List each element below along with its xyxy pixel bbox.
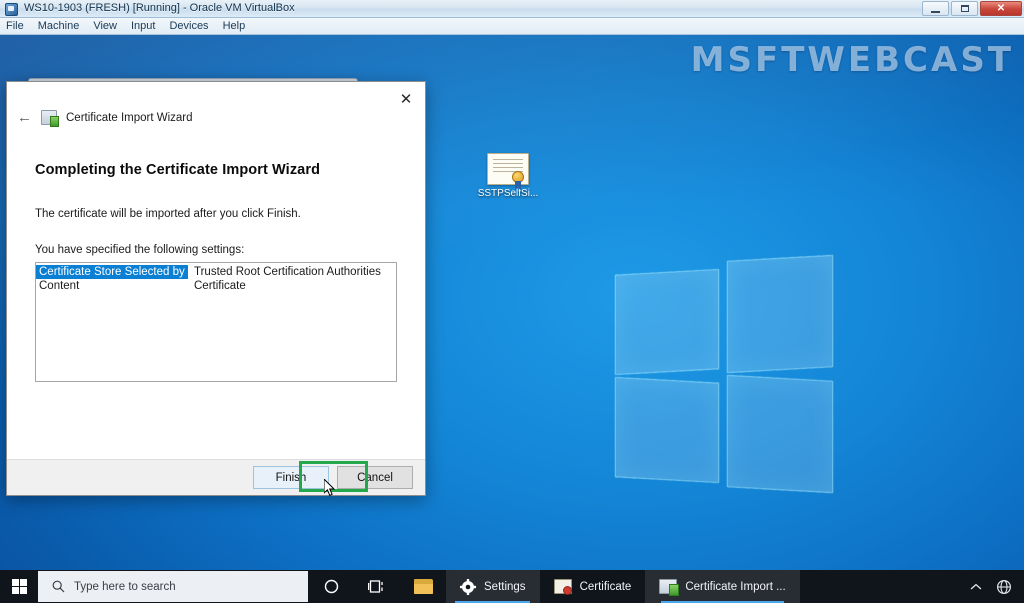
search-icon	[52, 580, 65, 593]
screen: WS10-1903 (FRESH) [Running] - Oracle VM …	[0, 0, 1024, 603]
minimize-button[interactable]	[922, 1, 949, 16]
task-view-icon	[368, 580, 383, 593]
dialog-close-button[interactable]: ✕	[391, 86, 421, 112]
logo-pane-bottom-right	[727, 375, 833, 493]
chevron-up-icon[interactable]	[970, 583, 982, 591]
system-tray	[970, 579, 1024, 595]
dialog-body: Completing the Certificate Import Wizard…	[7, 138, 425, 459]
dialog-paragraph: The certificate will be imported after y…	[35, 208, 301, 220]
folder-icon	[413, 579, 433, 594]
file-explorer-button[interactable]	[400, 570, 446, 603]
menu-devices[interactable]: Devices	[169, 20, 208, 32]
search-placeholder: Type here to search	[74, 580, 176, 593]
guest-desktop[interactable]: MSFTWEBCAST SSTPSelfSi... ✕ ← Certificat…	[0, 35, 1024, 603]
taskbar-item-label: Certificate Import ...	[685, 580, 786, 593]
finish-button[interactable]: Finish	[253, 466, 329, 489]
taskbar-item-certificate[interactable]: Certificate	[540, 570, 646, 603]
certificate-wizard-icon	[41, 110, 59, 127]
settings-listbox[interactable]: Certificate Store Selected by User Trust…	[35, 262, 397, 382]
close-icon: ✕	[996, 2, 1006, 14]
network-globe-icon[interactable]	[996, 579, 1012, 595]
dialog-footer: Finish Cancel	[7, 459, 425, 495]
host-window-title: WS10-1903 (FRESH) [Running] - Oracle VM …	[24, 2, 295, 14]
settings-row-key: Content	[39, 280, 80, 292]
window-controls: ✕	[922, 1, 1022, 16]
certificate-import-wizard-dialog: ✕ ← Certificate Import Wizard Completing…	[6, 81, 426, 496]
menu-view[interactable]: View	[93, 20, 117, 32]
menu-input[interactable]: Input	[131, 20, 155, 32]
close-button[interactable]: ✕	[980, 1, 1022, 16]
settings-row[interactable]: Content Certificate	[36, 279, 396, 293]
dialog-nav: ← Certificate Import Wizard	[17, 110, 193, 127]
taskbar-item-certificate-import[interactable]: Certificate Import ...	[645, 570, 800, 603]
watermark: MSFTWEBCAST	[690, 40, 1014, 80]
menu-file[interactable]: File	[6, 20, 24, 32]
menu-help[interactable]: Help	[223, 20, 246, 32]
host-window-titlebar: WS10-1903 (FRESH) [Running] - Oracle VM …	[0, 0, 1024, 18]
maximize-icon	[960, 5, 969, 12]
logo-pane-top-left	[615, 269, 719, 375]
search-input[interactable]: Type here to search	[38, 571, 308, 602]
start-button[interactable]	[0, 570, 38, 603]
logo-pane-bottom-left	[615, 377, 719, 483]
menu-machine[interactable]: Machine	[38, 20, 80, 32]
settings-label: You have specified the following setting…	[35, 244, 245, 256]
certificate-icon	[553, 579, 572, 595]
windows-hero-logo	[607, 250, 839, 500]
desktop-icon-label: SSTPSelfSi...	[477, 188, 539, 199]
settings-row[interactable]: Certificate Store Selected by User Trust…	[36, 265, 396, 279]
cortana-button[interactable]	[308, 570, 354, 603]
virtualbox-icon	[5, 3, 18, 16]
taskbar-item-label: Settings	[484, 580, 526, 593]
desktop-icon-sstpselfsigned[interactable]: SSTPSelfSi...	[474, 153, 542, 199]
cortana-circle-icon	[324, 579, 338, 594]
gear-icon	[460, 578, 476, 595]
cancel-button[interactable]: Cancel	[337, 466, 413, 489]
certificate-wizard-icon	[659, 579, 680, 596]
taskbar: Type here to search Settings Certificate…	[0, 570, 1024, 603]
minimize-icon	[931, 10, 940, 13]
back-arrow-icon[interactable]: ←	[17, 110, 32, 125]
logo-pane-top-right	[727, 255, 833, 373]
maximize-button[interactable]	[951, 1, 978, 16]
settings-row-key: Certificate Store Selected by User	[36, 265, 212, 279]
certificate-icon	[487, 153, 529, 190]
task-view-button[interactable]	[354, 570, 400, 603]
taskbar-item-settings[interactable]: Settings	[446, 570, 540, 603]
host-menubar: File Machine View Input Devices Help	[0, 18, 1024, 35]
settings-row-value: Trusted Root Certification Authorities	[194, 266, 381, 278]
windows-start-icon	[11, 579, 27, 594]
taskbar-item-label: Certificate	[579, 580, 632, 593]
dialog-heading: Completing the Certificate Import Wizard	[35, 162, 321, 178]
dialog-nav-title: Certificate Import Wizard	[66, 111, 193, 124]
settings-row-value: Certificate	[194, 280, 246, 292]
